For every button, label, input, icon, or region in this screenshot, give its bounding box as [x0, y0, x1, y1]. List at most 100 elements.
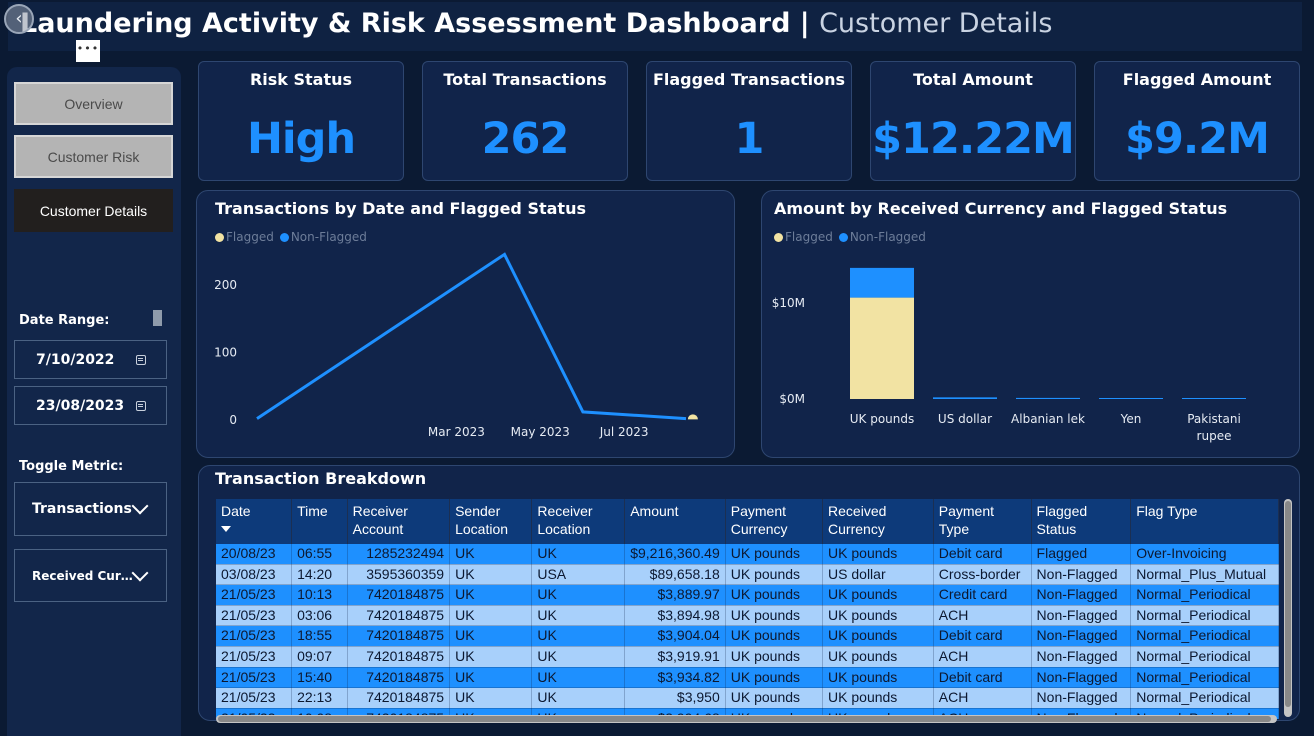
end-date-value: 23/08/2023 — [36, 398, 125, 414]
scrollbar-thumb[interactable] — [218, 716, 1271, 722]
x-tick-label-line1: Pakistani — [1187, 412, 1241, 426]
table-vertical-scrollbar[interactable] — [1284, 499, 1292, 717]
column-header-sender-location[interactable]: Sender Location — [449, 499, 533, 544]
cell-amount: $9,216,360.49 — [624, 544, 726, 565]
cell-amount: $3,950 — [624, 687, 726, 709]
cell-payment-type: ACH — [933, 605, 1032, 627]
cell-receiver-location: UK — [531, 667, 626, 689]
cell-amount: $3,894.98 — [624, 605, 726, 627]
column-header-receiver-account[interactable]: Receiver Account — [347, 499, 451, 544]
scrollbar-thumb[interactable] — [1285, 501, 1291, 707]
cell-payment-type: Debit card — [933, 667, 1032, 689]
y-tick-label: 100 — [214, 345, 237, 359]
column-header-flagged-status[interactable]: Flagged Status — [1031, 499, 1132, 544]
end-date-input[interactable]: 23/08/2023 — [14, 386, 167, 425]
back-arrow-icon[interactable]: ‹ — [4, 4, 34, 34]
table-row[interactable]: 21/05/23 18:55 7420184875 UK UK $3,904.04 UK p… — [216, 625, 1279, 647]
kpi-title: Risk Status — [249, 70, 353, 89]
column-header-received-currency[interactable]: Received Currency — [822, 499, 934, 544]
sort-descending-icon[interactable] — [221, 526, 231, 532]
cell-flag-type: Normal_Plus_Mutual — [1130, 564, 1279, 586]
bar-non-flagged — [1016, 397, 1080, 399]
cell-flagged-status: Non-Flagged — [1031, 667, 1132, 689]
kpi-total-transactions: Total Transactions 262 — [422, 61, 628, 181]
kpi-value: High — [246, 114, 356, 164]
table-row[interactable]: 21/05/23 22:13 7420184875 UK UK $3,950 UK poun… — [216, 687, 1279, 709]
cell-received-currency: UK pounds — [822, 584, 934, 606]
data-point-flagged — [687, 414, 698, 420]
cell-flagged-status: Non-Flagged — [1031, 646, 1132, 668]
cell-time: 18:55 — [291, 625, 348, 647]
more-options-icon[interactable]: ••• — [76, 40, 100, 62]
cell-flag-type: Normal_Periodical — [1130, 687, 1279, 709]
column-header-date[interactable]: Date — [216, 499, 293, 544]
table-row[interactable]: 21/05/23 10:13 7420184875 UK UK $3,889.97 UK p… — [216, 584, 1279, 606]
metric-dropdown[interactable]: Transactions — [14, 482, 167, 536]
page-title-sub: Customer Details — [819, 8, 1053, 39]
table-viewport: Date Time Receiver Account Sender Locati… — [216, 499, 1291, 719]
cell-amount: $3,934.82 — [624, 667, 726, 689]
sidebar: Overview Customer Risk Customer Details … — [7, 67, 181, 736]
cell-payment-type: Debit card — [933, 625, 1032, 647]
kpi-total-amount: Total Amount $12.22M — [870, 61, 1076, 181]
dimension-dropdown[interactable]: Received Currency — [14, 549, 167, 602]
cell-receiver-location: UK — [531, 646, 626, 668]
calendar-icon[interactable] — [136, 401, 146, 411]
table-row[interactable]: 03/08/23 14:20 3595360359 UK USA $89,658.18 UK… — [216, 564, 1279, 586]
table-row[interactable]: 20/08/23 06:55 1285232494 UK UK $9,216,360.49… — [216, 544, 1279, 565]
column-header-flag-type[interactable]: Flag Type — [1130, 499, 1279, 544]
cell-sender-location: UK — [449, 544, 533, 565]
cell-receiver-account: 7420184875 — [347, 625, 451, 647]
chevron-down-icon[interactable] — [131, 497, 149, 515]
x-tick-label: May 2023 — [511, 425, 570, 439]
calendar-icon[interactable] — [136, 355, 146, 365]
cell-received-currency: UK pounds — [822, 687, 934, 709]
table-row[interactable]: 21/05/23 09:07 7420184875 UK UK $3,919.91 UK p… — [216, 646, 1279, 668]
cell-receiver-account: 7420184875 — [347, 584, 451, 606]
kpi-title: Flagged Transactions — [652, 70, 846, 89]
column-header-payment-type[interactable]: Payment Type — [933, 499, 1032, 544]
column-header-amount[interactable]: Amount — [624, 499, 726, 544]
cell-time: 09:07 — [291, 646, 348, 668]
cell-time: 03:06 — [291, 605, 348, 627]
table-header-row: Date Time Receiver Account Sender Locati… — [216, 499, 1279, 544]
start-date-input[interactable]: 7/10/2022 — [14, 340, 167, 379]
column-header-payment-currency[interactable]: Payment Currency — [725, 499, 824, 544]
kpi-value: 1 — [734, 114, 765, 164]
column-header-receiver-location[interactable]: Receiver Location — [531, 499, 626, 544]
cell-date: 21/05/23 — [216, 625, 293, 647]
amount-by-currency-panel: Amount by Received Currency and Flagged … — [761, 190, 1300, 458]
table-title: Transaction Breakdown — [215, 469, 427, 488]
cell-flag-type: Normal_Periodical — [1130, 667, 1279, 689]
cell-date: 21/05/23 — [216, 584, 293, 606]
customer-risk-nav-button[interactable]: Customer Risk — [14, 135, 173, 178]
cell-flagged-status: Flagged — [1031, 544, 1132, 565]
cell-received-currency: UK pounds — [822, 646, 934, 668]
customer-details-nav-button[interactable]: Customer Details — [14, 189, 173, 232]
cell-flag-type: Normal_Periodical — [1130, 584, 1279, 606]
toggle-metric-label: Toggle Metric: — [19, 459, 124, 474]
bar-flagged — [850, 297, 914, 399]
kpi-flagged-amount: Flagged Amount $9.2M — [1094, 61, 1300, 181]
cell-amount: $3,904.04 — [624, 625, 726, 647]
y-tick-label: $0M — [779, 392, 805, 406]
cell-receiver-account: 7420184875 — [347, 605, 451, 627]
cell-receiver-location: UK — [531, 544, 626, 565]
cell-date: 21/05/23 — [216, 646, 293, 668]
overview-nav-button[interactable]: Overview — [14, 82, 173, 125]
cell-payment-currency: UK pounds — [725, 605, 824, 627]
cell-receiver-account: 7420184875 — [347, 646, 451, 668]
cell-payment-type: Cross-border — [933, 564, 1032, 586]
table-row[interactable]: 21/05/23 15:40 7420184875 UK UK $3,934.82 UK p… — [216, 667, 1279, 689]
cell-time: 06:55 — [291, 544, 348, 565]
cell-time: 14:20 — [291, 564, 348, 586]
y-tick-label: $10M — [772, 296, 805, 310]
cell-received-currency: UK pounds — [822, 625, 934, 647]
chevron-down-icon[interactable] — [131, 564, 149, 582]
column-header-time[interactable]: Time — [291, 499, 348, 544]
slicer-scroll-handle[interactable] — [153, 310, 162, 326]
cell-receiver-account: 7420184875 — [347, 687, 451, 709]
table-row[interactable]: 21/05/23 03:06 7420184875 UK UK $3,894.98 UK p… — [216, 605, 1279, 627]
x-tick-label: UK pounds — [850, 412, 915, 426]
table-horizontal-scrollbar[interactable] — [216, 715, 1277, 723]
